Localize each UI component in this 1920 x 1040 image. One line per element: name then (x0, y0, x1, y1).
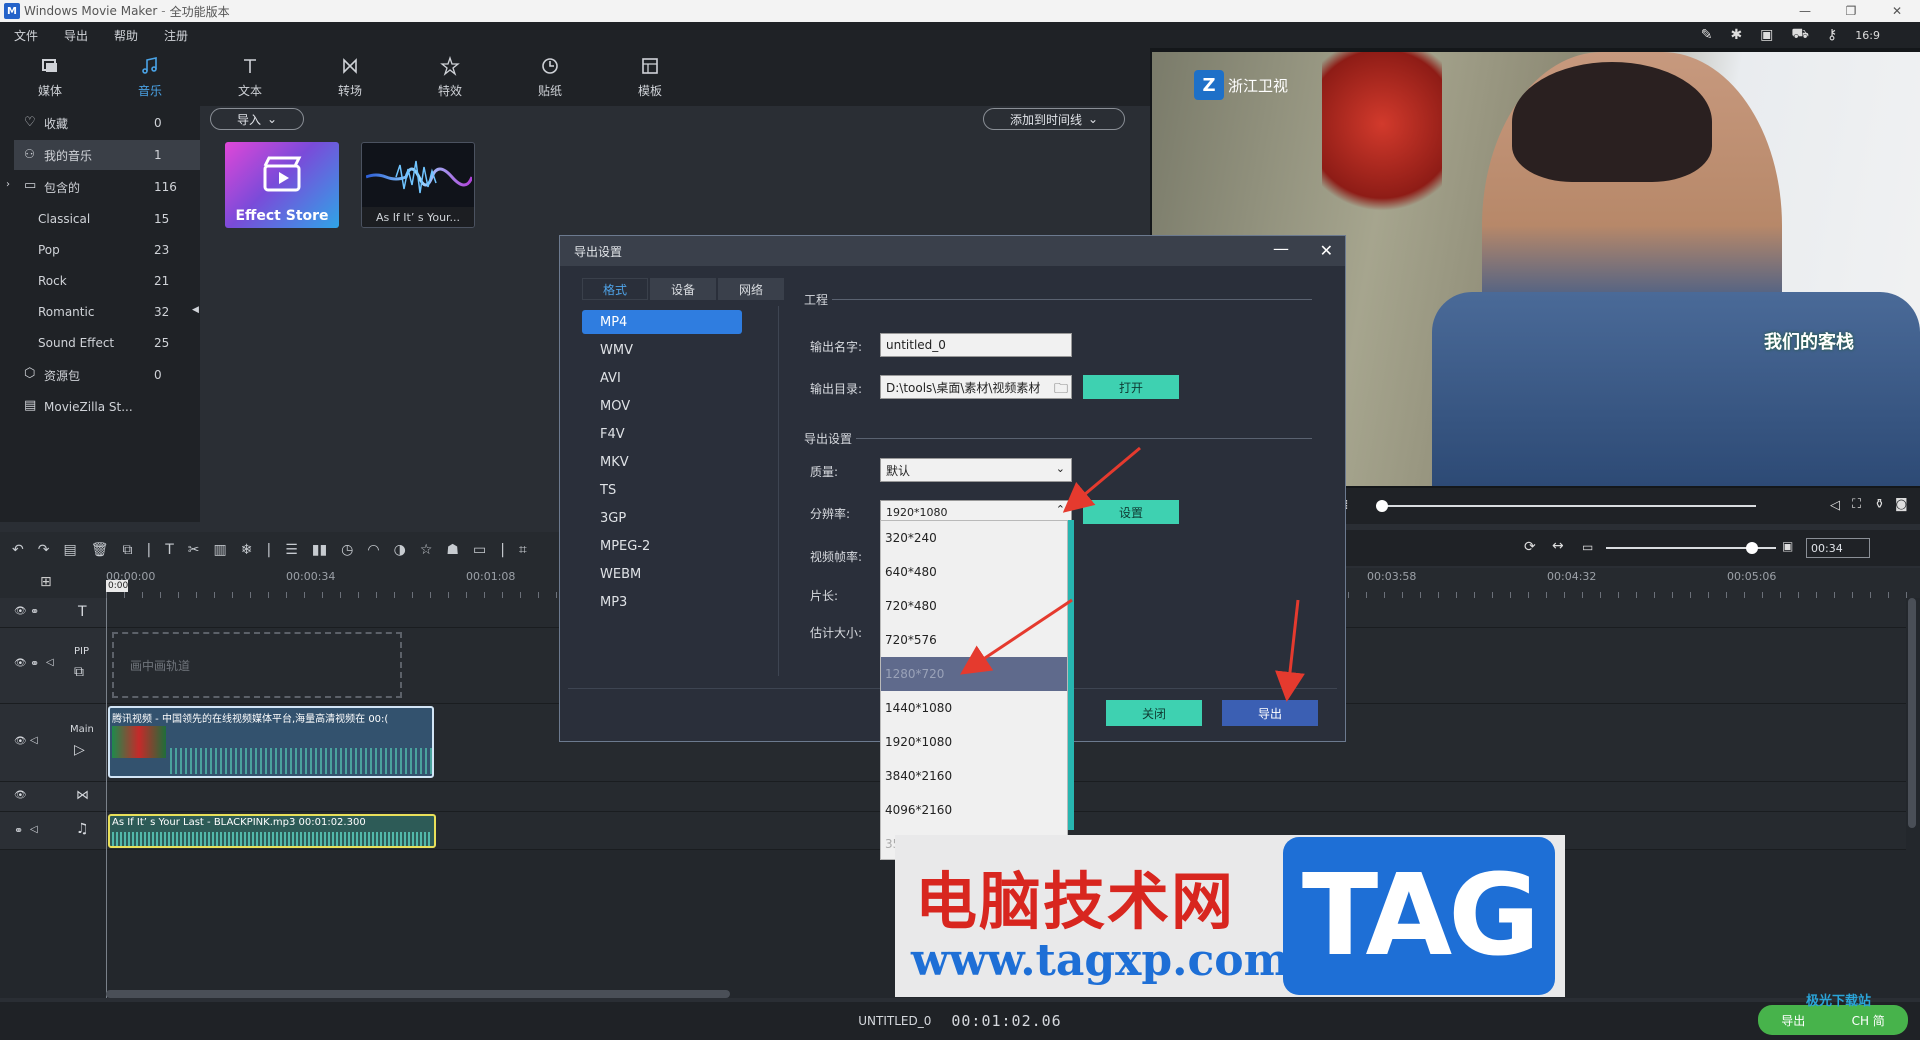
arrow-to-1280x720 (960, 598, 1073, 675)
arrow-to-resolution (1062, 446, 1141, 513)
arrow-to-export (1275, 599, 1305, 702)
annotation-arrows (960, 446, 1305, 702)
